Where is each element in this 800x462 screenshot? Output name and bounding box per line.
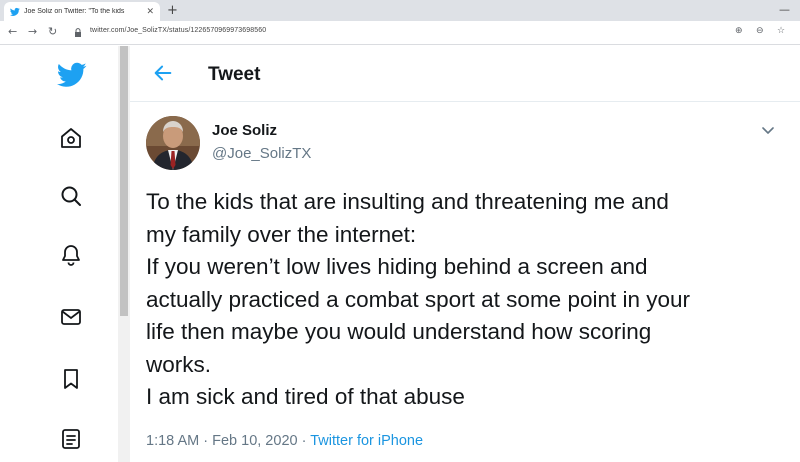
tweet-line: my family over the internet: [146, 221, 417, 247]
tweet-date[interactable]: Feb 10, 2020 [212, 433, 297, 449]
browser-tabstrip: Joe Soliz on Twitter: "To the kids ✕ + — [0, 0, 800, 21]
extension-icon[interactable]: ⊕ [735, 26, 743, 36]
bookmarks-icon[interactable] [59, 367, 83, 391]
lock-icon [75, 28, 81, 37]
forward-icon[interactable]: → [28, 25, 37, 39]
lists-icon[interactable] [59, 427, 83, 451]
meta-separator: · [301, 433, 307, 449]
explore-icon[interactable] [59, 184, 83, 208]
tab-title: Joe Soliz on Twitter: "To the kids [24, 8, 125, 15]
page-header: Tweet [130, 46, 800, 102]
minimize-icon[interactable]: — [779, 3, 790, 16]
tweet-line: actually practiced a combat sport at som… [146, 286, 691, 312]
tweet-text: To the kids that are insulting and threa… [146, 186, 786, 414]
address-bar[interactable]: twitter.com/Joe_SolizTX/status/122657096… [90, 27, 266, 34]
tweet-line: I am sick and tired of that abuse [146, 384, 465, 409]
notifications-icon[interactable] [59, 243, 83, 267]
avatar[interactable] [146, 116, 200, 170]
zoom-icon[interactable]: ⊖ [756, 26, 764, 36]
meta-separator: · [203, 433, 209, 449]
close-icon[interactable]: ✕ [146, 7, 154, 17]
twitter-sidebar [0, 46, 118, 462]
tweet-time[interactable]: 1:18 AM [146, 433, 199, 449]
author-handle[interactable]: @Joe_SolizTX [212, 145, 311, 162]
reload-icon[interactable]: ↻ [48, 25, 57, 39]
page-title: Tweet [208, 64, 261, 85]
tweet-line: works. [146, 351, 212, 377]
tweet-meta: 1:18 AM · Feb 10, 2020 · Twitter for iPh… [146, 433, 423, 449]
tweet-line: life then maybe you would understand how… [146, 319, 652, 344]
page-scrollbar-thumb[interactable] [120, 46, 128, 316]
browser-toolbar: ← → ↻ twitter.com/Joe_SolizTX/status/122… [0, 21, 800, 45]
back-icon[interactable]: ← [8, 25, 17, 39]
messages-icon[interactable] [59, 305, 83, 329]
author-name[interactable]: Joe Soliz [212, 122, 277, 139]
tweet-line: To the kids that are insulting and threa… [146, 189, 669, 214]
star-icon[interactable]: ☆ [777, 26, 785, 36]
tweet-source-link[interactable]: Twitter for iPhone [310, 433, 423, 449]
new-tab-icon[interactable]: + [167, 2, 178, 19]
chevron-down-icon[interactable] [760, 122, 776, 138]
back-arrow-icon[interactable] [152, 62, 174, 84]
browser-tab[interactable]: Joe Soliz on Twitter: "To the kids ✕ [4, 2, 160, 21]
home-icon[interactable] [59, 126, 83, 150]
tweet-line: If you weren’t low lives hiding behind a… [146, 254, 648, 279]
twitter-favicon [10, 7, 20, 17]
main-column: Tweet Joe Soliz @Joe_SolizTX To the kids… [130, 46, 800, 462]
twitter-logo-icon[interactable] [57, 60, 87, 90]
